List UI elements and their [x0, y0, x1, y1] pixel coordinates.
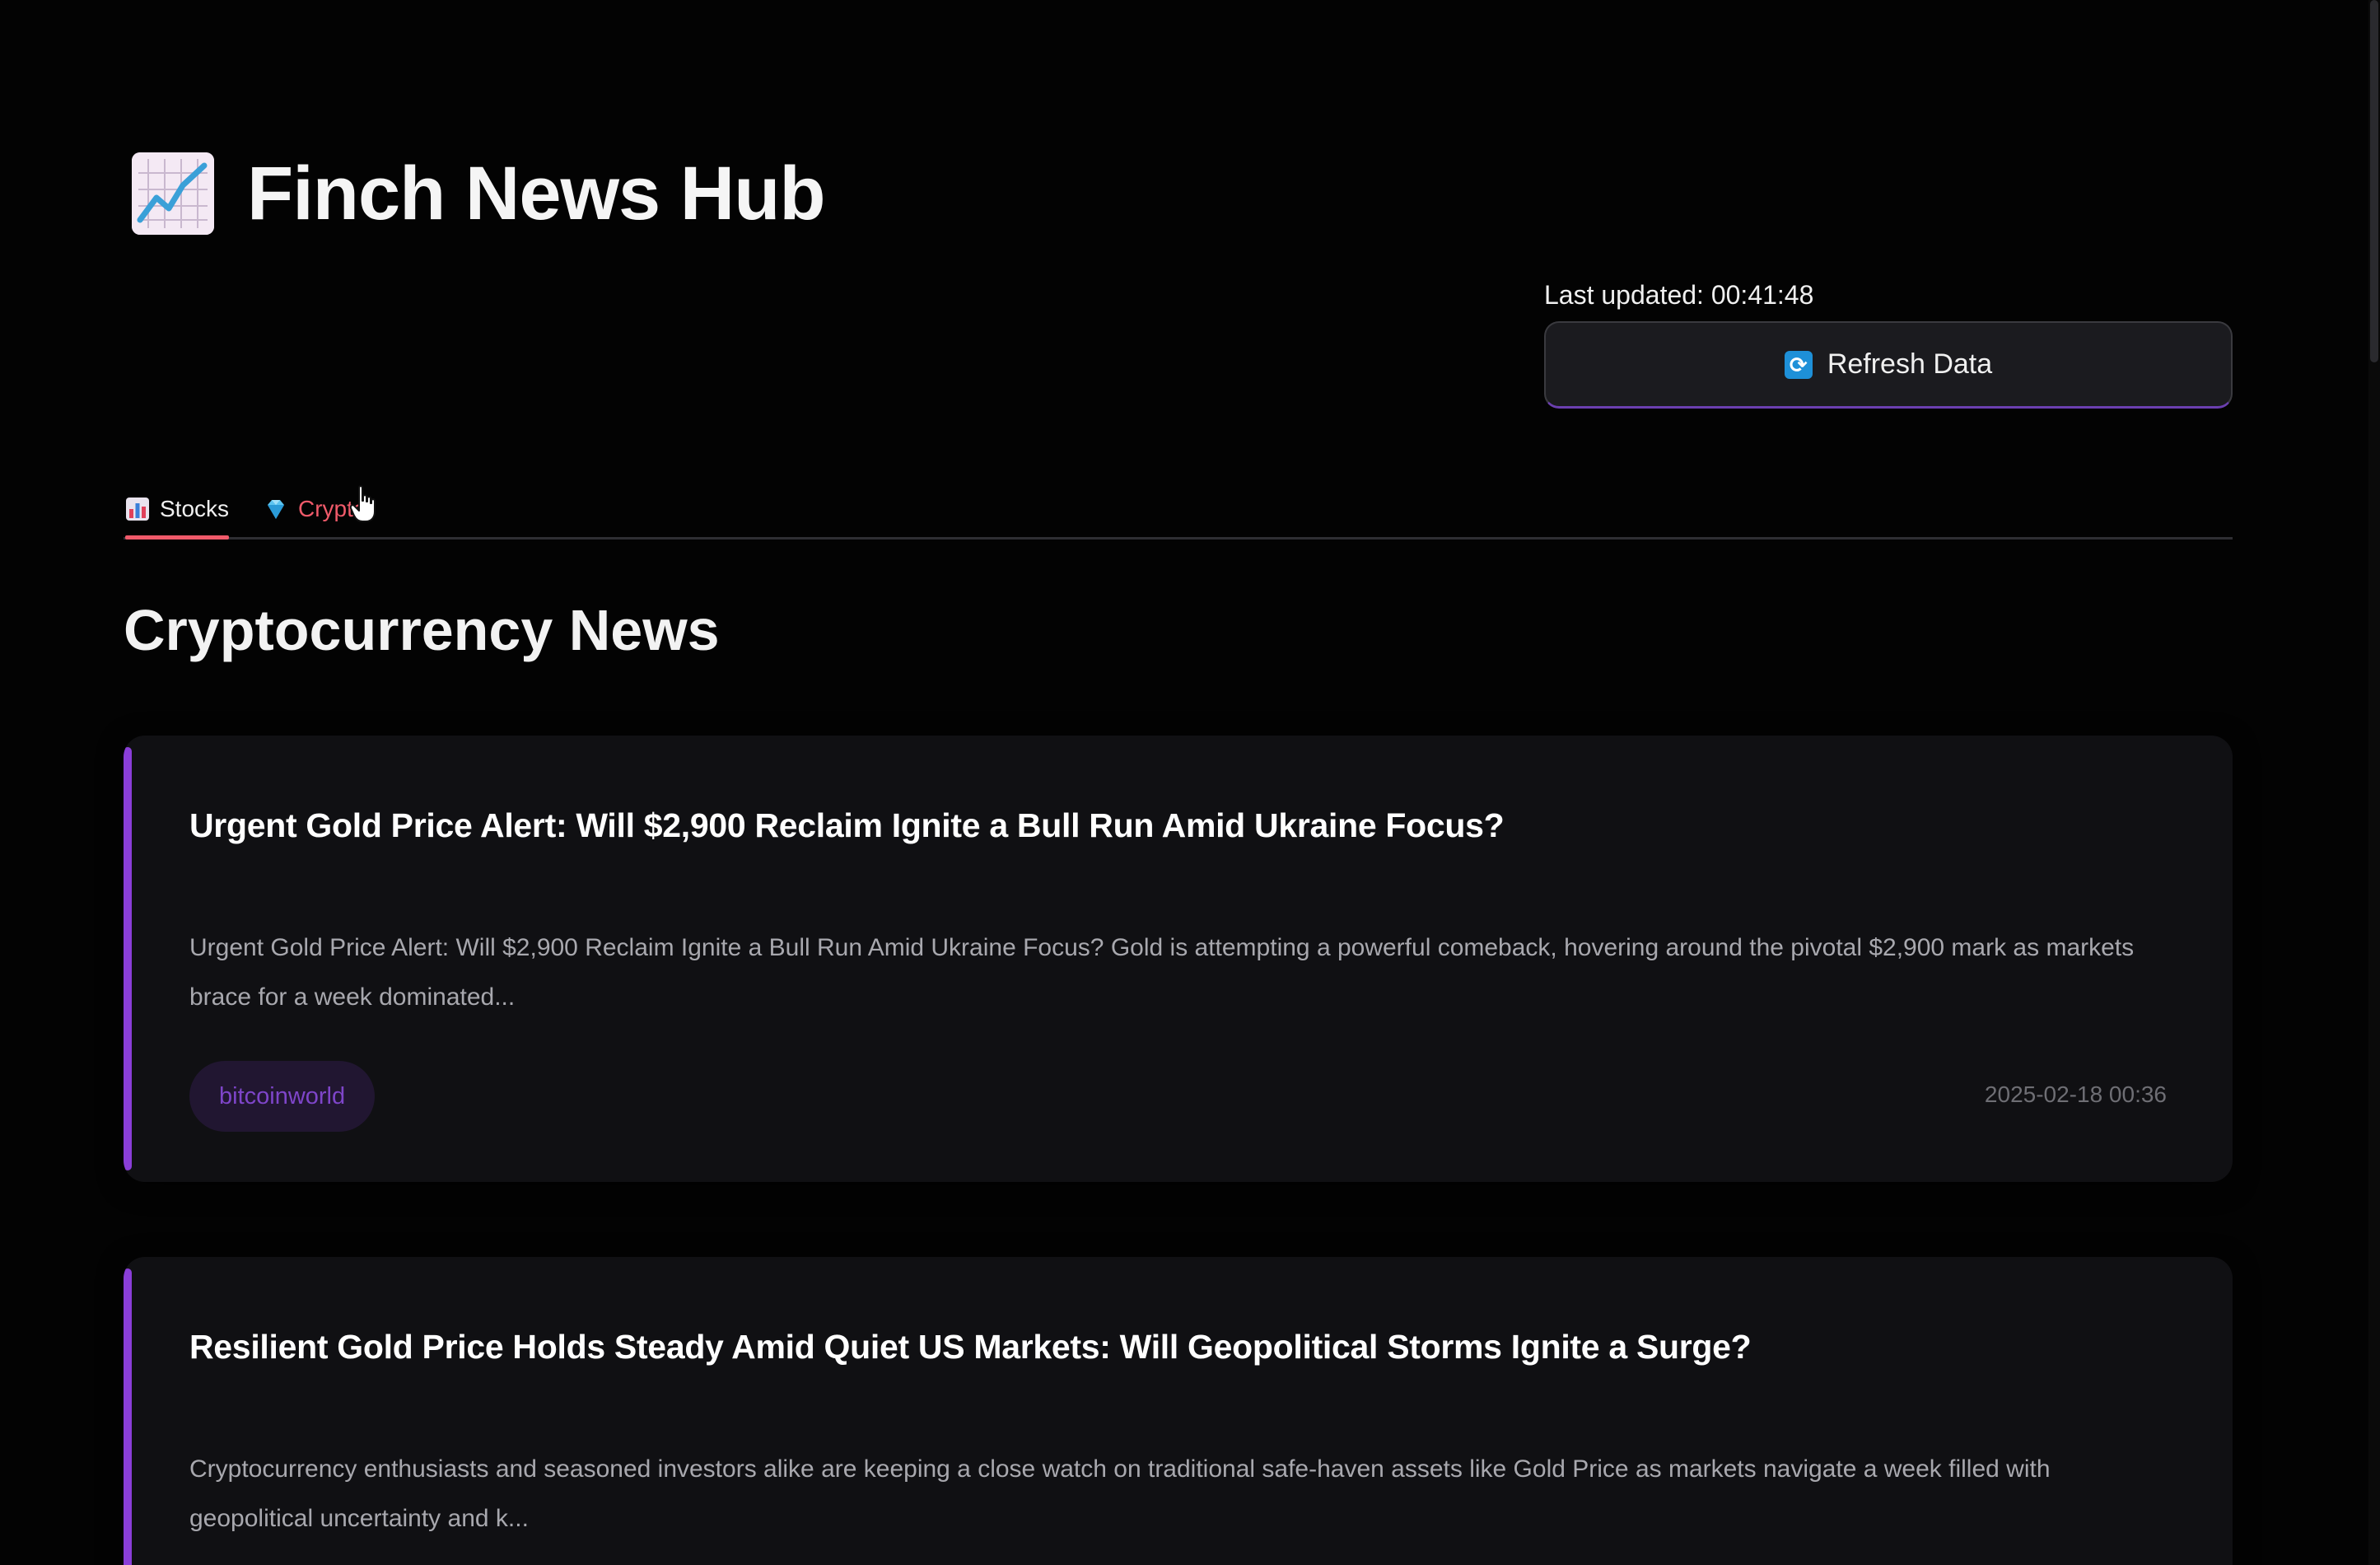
- refresh-data-button[interactable]: ⟳ Refresh Data: [1544, 321, 2233, 409]
- chart-increasing-icon: [132, 152, 214, 235]
- news-card[interactable]: Resilient Gold Price Holds Steady Amid Q…: [124, 1257, 2233, 1565]
- refresh-button-label: Refresh Data: [1827, 348, 1993, 380]
- card-accent-bar: [124, 1268, 132, 1565]
- tab-stocks[interactable]: Stocks: [125, 484, 230, 540]
- page-scrollbar[interactable]: [2368, 0, 2380, 1565]
- news-card[interactable]: Urgent Gold Price Alert: Will $2,900 Rec…: [124, 736, 2233, 1182]
- refresh-icon: ⟳: [1784, 350, 1813, 379]
- app-title: Finch News Hub: [247, 152, 826, 236]
- scrollbar-thumb[interactable]: [2370, 0, 2378, 362]
- app-header: Finch News Hub: [132, 152, 826, 236]
- active-tab-indicator: [125, 535, 230, 540]
- news-date: 2025-02-18 00:36: [1984, 1081, 2167, 1107]
- news-summary: Cryptocurrency enthusiasts and seasoned …: [189, 1455, 2051, 1532]
- tab-stocks-label: Stocks: [160, 496, 230, 521]
- source-badge: bitcoinworld: [189, 1061, 376, 1132]
- section-title: Cryptocurrency News: [124, 598, 720, 662]
- news-title[interactable]: Resilient Gold Price Holds Steady Amid Q…: [189, 1328, 1752, 1366]
- tab-bar: Stocks Crypto: [124, 478, 2233, 540]
- hand-pointer-icon: [349, 485, 376, 522]
- gem-icon: [264, 497, 288, 521]
- bar-chart-icon: [125, 497, 150, 521]
- news-summary: Urgent Gold Price Alert: Will $2,900 Rec…: [189, 934, 2135, 1011]
- news-title[interactable]: Urgent Gold Price Alert: Will $2,900 Rec…: [189, 806, 1505, 845]
- last-updated-text: Last updated: 00:41:48: [1544, 280, 1814, 310]
- page: Finch News Hub Last updated: 00:41:48 ⟳ …: [0, 0, 2380, 1565]
- card-accent-bar: [124, 747, 132, 1170]
